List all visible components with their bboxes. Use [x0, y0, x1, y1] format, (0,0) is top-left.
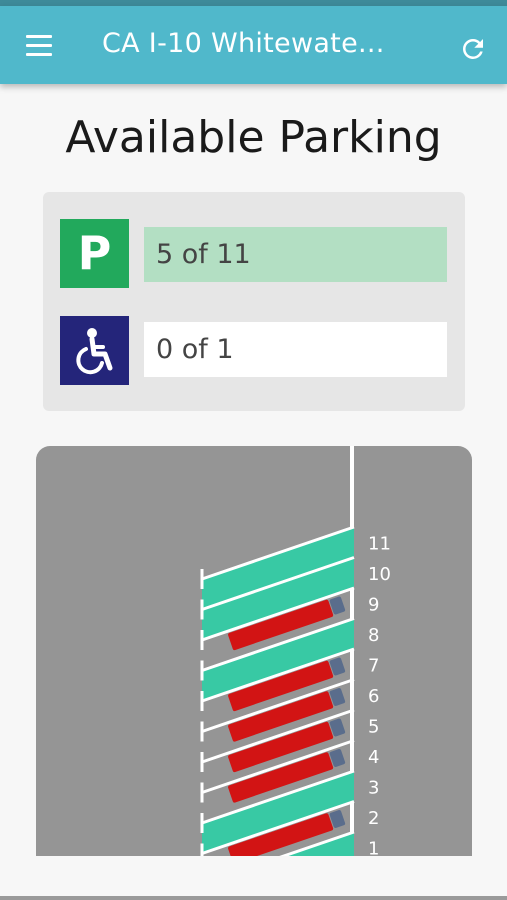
- availability-summary: P 5 of 11 0 of 1: [43, 192, 465, 411]
- space-label-4: 4: [368, 747, 379, 768]
- parking-lot-diagram: 1 2 3 4 5 6 7 8 9 10 11: [200, 446, 391, 856]
- wheelchair-icon: [60, 316, 129, 385]
- space-label-8: 8: [368, 625, 379, 646]
- hamburger-menu-icon[interactable]: [26, 35, 54, 57]
- general-availability-count: 5 of 11: [144, 227, 447, 282]
- space-label-2: 2: [368, 808, 379, 829]
- app-bar: CA I-10 Whitewate...: [0, 6, 507, 84]
- parking-lot-map: 1 2 3 4 5 6 7 8 9 10 11: [36, 446, 472, 856]
- page-title: Available Parking: [65, 112, 442, 163]
- space-label-7: 7: [368, 655, 379, 676]
- space-label-10: 10: [368, 564, 391, 585]
- space-label-1: 1: [368, 838, 379, 856]
- space-label-11: 11: [368, 533, 391, 554]
- space-label-3: 3: [368, 777, 379, 798]
- refresh-icon[interactable]: [458, 34, 488, 64]
- app-title: CA I-10 Whitewate...: [102, 28, 385, 59]
- accessible-availability-count: 0 of 1: [144, 322, 447, 377]
- space-label-9: 9: [368, 594, 379, 615]
- parking-p-icon: P: [60, 219, 129, 288]
- space-label-5: 5: [368, 716, 379, 737]
- space-label-6: 6: [368, 686, 379, 707]
- bottom-edge: [0, 896, 507, 900]
